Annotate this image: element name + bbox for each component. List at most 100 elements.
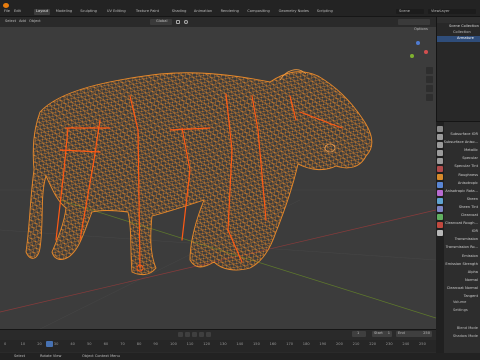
menu-edit[interactable]: Edit — [14, 9, 21, 14]
timeline-tick-label: 50 — [87, 342, 92, 346]
timeline-tick-label: 160 — [269, 342, 277, 346]
properties-tabs — [436, 122, 444, 360]
3d-viewport[interactable]: Options — [0, 27, 436, 329]
scene-selector[interactable]: Scene — [396, 9, 424, 14]
output-tab-icon[interactable] — [437, 142, 443, 148]
workspace-tab-layout[interactable]: Layout — [34, 9, 51, 15]
play-button[interactable] — [192, 332, 197, 337]
status-context-hint: Object Context Menu — [82, 354, 120, 358]
volume-section-header[interactable]: Volume — [447, 300, 480, 305]
timeline-tick-label: 90 — [153, 342, 158, 346]
gizmo-z-axis-icon[interactable] — [416, 41, 420, 45]
workspace-tab-scripting[interactable]: Scripting — [315, 9, 335, 15]
outliner-item-collection[interactable]: Collection — [453, 30, 471, 35]
material-property-label: Emission — [462, 253, 478, 258]
end-frame-field[interactable]: End 250 — [396, 331, 432, 337]
material-property-label: Emission Strength — [445, 261, 478, 266]
viewport-options-label[interactable]: Options — [414, 27, 428, 32]
scene-collection-label[interactable]: Scene Collection — [449, 24, 479, 29]
material-tab-icon[interactable] — [437, 222, 443, 228]
gizmo-y-axis-icon[interactable] — [410, 54, 414, 58]
status-rotate-hint: Rotate View — [40, 354, 62, 358]
workspace-tab-shading[interactable]: Shading — [170, 9, 189, 15]
ortho-toggle-icon[interactable] — [426, 94, 433, 101]
end-frame-value: 250 — [423, 331, 430, 335]
world-tab-icon[interactable] — [437, 166, 443, 172]
data-tab-icon[interactable] — [437, 214, 443, 220]
material-property-label: Roughness — [458, 172, 478, 177]
material-property-label: Transmission Ro... — [445, 245, 478, 250]
menu-add[interactable]: Add — [19, 19, 26, 24]
constraints-tab-icon[interactable] — [437, 206, 443, 212]
workspace-tab-geometry-nodes[interactable]: Geometry Nodes — [277, 9, 311, 15]
material-property-label: Specular — [462, 156, 478, 161]
proportional-edit-icon[interactable] — [184, 20, 188, 24]
settings-section-header[interactable]: Settings — [447, 308, 480, 313]
timeline-tick-label: 170 — [286, 342, 294, 346]
timeline-tick-label: 210 — [352, 342, 360, 346]
menu-file[interactable]: File — [4, 9, 10, 14]
timeline-tick-label: 140 — [236, 342, 244, 346]
workspace-tab-compositing[interactable]: Compositing — [245, 9, 272, 15]
workspace-tab-texture-paint[interactable]: Texture Paint — [134, 9, 161, 15]
top-bar: File Edit Layout Modeling Sculpting UV Edit… — [0, 0, 480, 17]
playhead-marker[interactable] — [46, 341, 53, 347]
timeline-tick-label: 230 — [385, 342, 393, 346]
timeline-tick-label: 150 — [253, 342, 260, 346]
tool-tab-icon[interactable] — [437, 126, 443, 132]
material-property-label: Specular Tint — [454, 164, 478, 169]
workspace-tab-modeling[interactable]: Modeling — [54, 9, 74, 15]
workspace-tab-animation[interactable]: Animation — [192, 9, 214, 15]
timeline-tick-label: 60 — [103, 342, 109, 346]
scene-tab-icon[interactable] — [437, 158, 443, 164]
view-layer-selector[interactable]: ViewLayer — [428, 9, 476, 14]
next-keyframe-button[interactable] — [199, 332, 204, 337]
view-layer-tab-icon[interactable] — [437, 150, 443, 156]
blender-logo-icon[interactable] — [3, 3, 9, 8]
snap-icon[interactable] — [176, 20, 180, 24]
navigation-gizmo[interactable] — [408, 41, 430, 63]
transform-orientation-dropdown[interactable]: Global — [150, 19, 172, 25]
workspace-tab-rendering[interactable]: Rendering — [219, 9, 241, 15]
material-property-label: Tangent — [463, 294, 478, 298]
menu-object[interactable]: Object — [29, 19, 41, 24]
start-frame-field[interactable]: Start 1 — [372, 331, 392, 337]
status-bar: Select Rotate View Object Context Menu — [0, 353, 480, 360]
timeline-tick-label: 200 — [336, 342, 343, 346]
camera-view-icon[interactable] — [426, 85, 433, 92]
object-tab-icon[interactable] — [437, 174, 443, 180]
jump-end-button[interactable] — [206, 332, 211, 337]
pan-icon[interactable] — [426, 76, 433, 83]
zoom-icon[interactable] — [426, 67, 433, 74]
outliner-header — [437, 17, 480, 23]
status-select-hint: Select — [14, 354, 26, 358]
texture-tab-icon[interactable] — [437, 230, 443, 236]
workspace-tab-sculpting[interactable]: Sculpting — [78, 9, 99, 15]
current-frame-field[interactable]: 1 — [352, 331, 366, 337]
modifier-tab-icon[interactable] — [437, 182, 443, 188]
timeline-tick-label: 250 — [419, 342, 426, 346]
material-property-label: Anisotropic Rota... — [445, 188, 478, 193]
material-property-label: Sheen Tint — [458, 204, 478, 209]
physics-tab-icon[interactable] — [437, 198, 443, 204]
timeline-tick-label: 70 — [120, 342, 125, 346]
outliner-item-armature: Armature — [457, 36, 474, 40]
gizmo-x-axis-icon[interactable] — [424, 50, 428, 54]
material-property-label: Clearcoat Normal — [446, 285, 478, 290]
viewport-shading-group[interactable] — [398, 19, 430, 25]
outliner-selected-row[interactable]: Armature — [437, 36, 480, 42]
workspace-tab-uv-editing[interactable]: UV Editing — [105, 9, 128, 15]
render-tab-icon[interactable] — [437, 134, 443, 140]
timeline-tick-label: 10 — [20, 342, 26, 346]
prev-keyframe-button[interactable] — [185, 332, 190, 337]
menu-select[interactable]: Select — [5, 19, 16, 24]
view-layer-label: ViewLayer — [431, 9, 450, 13]
volume-section-label: Volume — [453, 300, 467, 304]
particles-tab-icon[interactable] — [437, 190, 443, 196]
settings-section-label: Settings — [453, 308, 468, 312]
viewport-canvas[interactable] — [0, 27, 436, 329]
play-reverse-button[interactable] — [178, 332, 183, 337]
tiger-wireframe-mesh[interactable] — [25, 69, 373, 276]
timeline-tick-label: 180 — [302, 342, 310, 346]
material-property-label: Normal — [464, 277, 478, 282]
